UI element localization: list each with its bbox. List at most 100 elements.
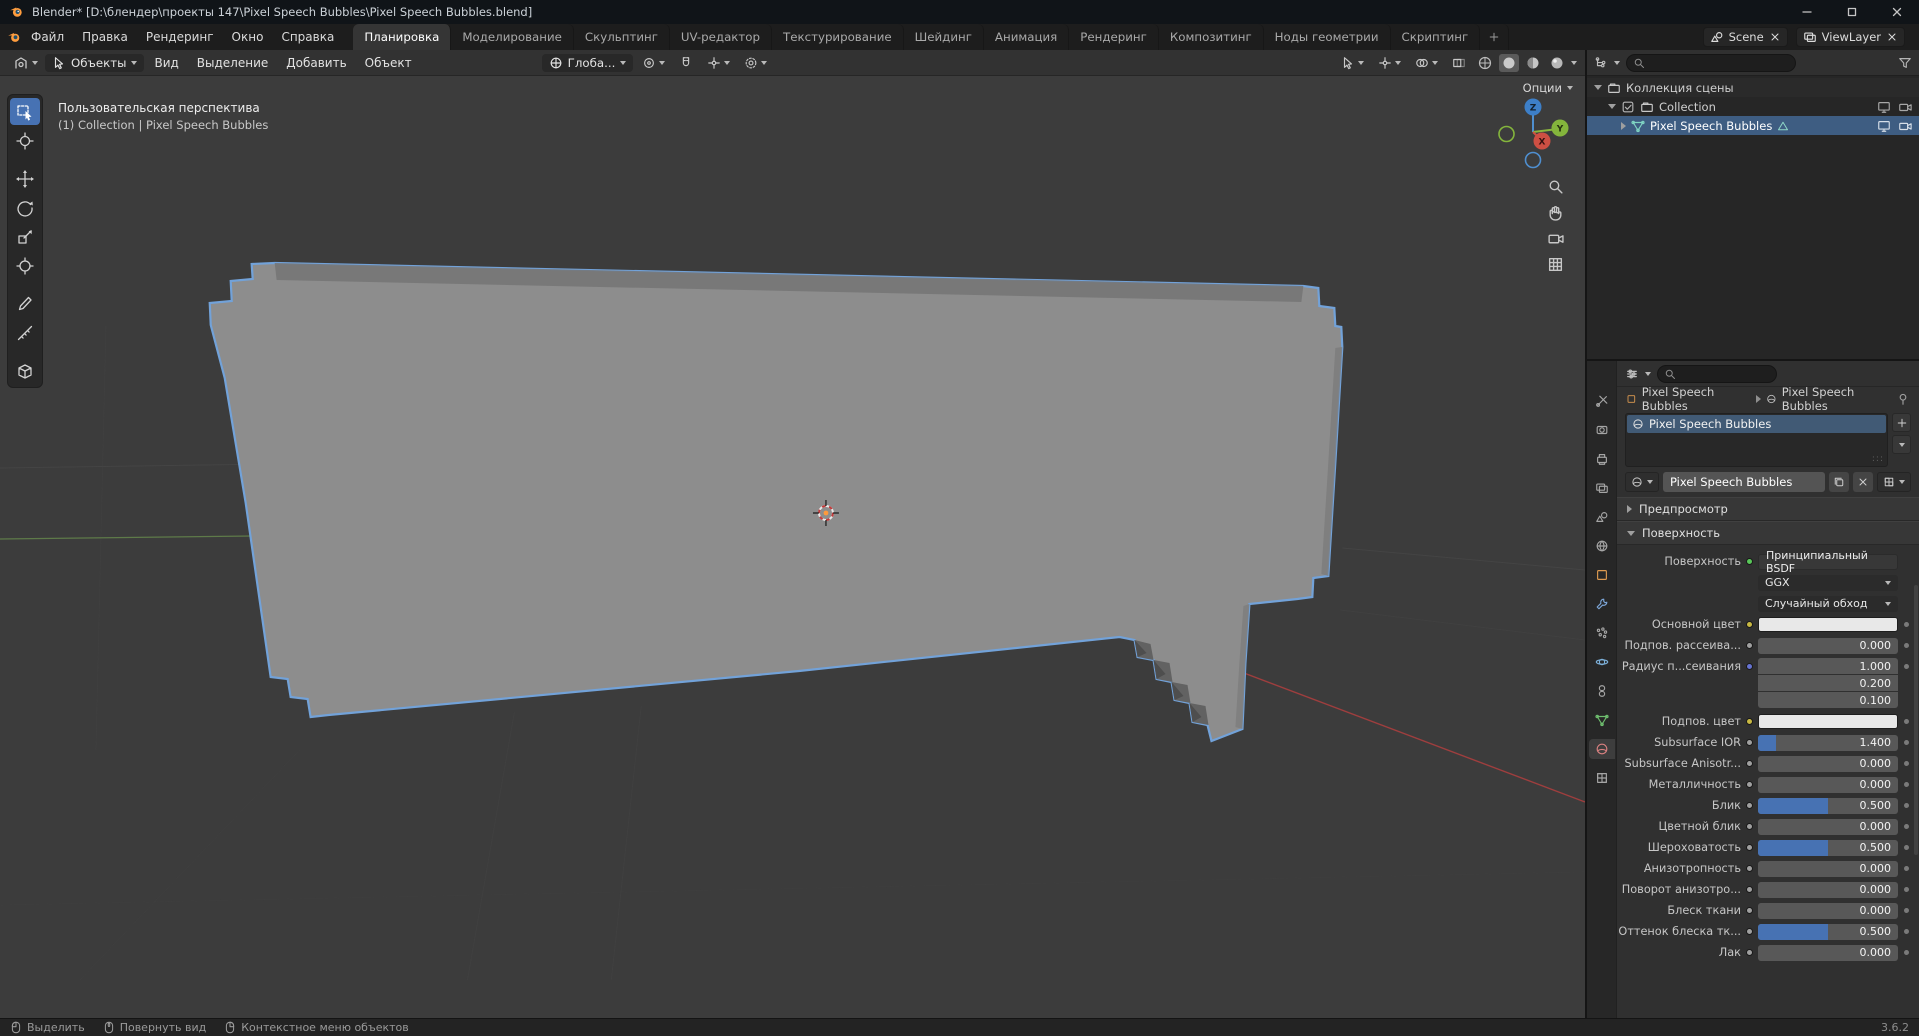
- tool-rotate[interactable]: [10, 194, 40, 221]
- radius-x-field[interactable]: 1.000: [1758, 658, 1898, 674]
- tab-uv-editing[interactable]: UV-редактор: [670, 24, 773, 50]
- expand-icon[interactable]: [1594, 85, 1602, 90]
- subsurface-anisotropy-slider[interactable]: 0.000: [1758, 755, 1898, 772]
- gizmos-dropdown[interactable]: [1373, 54, 1406, 72]
- tool-measure[interactable]: [10, 319, 40, 346]
- speech-bubble-object[interactable]: [208, 261, 1344, 743]
- menu-window[interactable]: Окно: [223, 26, 273, 48]
- decorator-dot-icon[interactable]: [1904, 664, 1909, 669]
- properties-search-input[interactable]: [1657, 364, 1777, 383]
- tab-texture[interactable]: [1589, 768, 1615, 788]
- overlays-dropdown[interactable]: [1410, 54, 1443, 72]
- proportional-editing[interactable]: [739, 54, 772, 72]
- decorator-dot-icon[interactable]: [1904, 803, 1909, 808]
- tab-physics[interactable]: [1589, 652, 1615, 672]
- browse-material-button[interactable]: [1625, 472, 1659, 492]
- properties-editor-icon[interactable]: [1625, 367, 1639, 381]
- tab-tool[interactable]: [1589, 391, 1615, 411]
- shading-solid[interactable]: [1499, 53, 1519, 72]
- tab-particles[interactable]: [1589, 623, 1615, 643]
- decorator-dot-icon[interactable]: [1904, 824, 1909, 829]
- tab-output[interactable]: [1589, 449, 1615, 469]
- maximize-button[interactable]: [1829, 0, 1874, 24]
- outliner-editor-icon[interactable]: [1594, 56, 1608, 70]
- expand-icon[interactable]: [1621, 121, 1626, 130]
- pin-icon[interactable]: [1896, 392, 1910, 406]
- tool-cursor[interactable]: [10, 127, 40, 154]
- viewlayer-selector[interactable]: ViewLayer: [1795, 27, 1905, 47]
- mode-selector[interactable]: Объекты: [45, 53, 145, 72]
- material-name-field[interactable]: Pixel Speech Bubbles: [1663, 472, 1825, 492]
- tab-layout[interactable]: Планировка: [353, 24, 452, 50]
- snap-settings[interactable]: [702, 54, 735, 72]
- checkbox-icon[interactable]: [1621, 100, 1635, 114]
- tool-transform[interactable]: [10, 252, 40, 279]
- tab-texture-paint[interactable]: Текстурирование: [772, 24, 904, 50]
- tool-select-box[interactable]: [10, 98, 40, 125]
- tab-shading[interactable]: Шейдинг: [904, 24, 984, 50]
- minimize-button[interactable]: [1784, 0, 1829, 24]
- add-workspace-button[interactable]: [1480, 24, 1510, 50]
- specular-tint-slider[interactable]: 0.000: [1758, 818, 1898, 835]
- tool-annotate[interactable]: [10, 290, 40, 317]
- panel-preview[interactable]: Предпросмотр: [1617, 497, 1919, 521]
- menu-add[interactable]: Добавить: [278, 53, 354, 73]
- pan-hand-icon[interactable]: [1547, 204, 1564, 221]
- decorator-dot-icon[interactable]: [1904, 740, 1909, 745]
- tab-render[interactable]: [1589, 420, 1615, 440]
- visibility-dropdown[interactable]: [1336, 54, 1369, 72]
- subsurface-color-swatch[interactable]: [1758, 714, 1898, 729]
- anisotropic-slider[interactable]: 0.000: [1758, 860, 1898, 877]
- breadcrumb-material[interactable]: Pixel Speech Bubbles: [1782, 385, 1891, 413]
- decorator-dot-icon[interactable]: [1904, 929, 1909, 934]
- copy-material-button[interactable]: [1829, 472, 1849, 492]
- tab-scene[interactable]: [1589, 507, 1615, 527]
- disable-render-icon[interactable]: [1898, 119, 1912, 133]
- decorator-dot-icon[interactable]: [1904, 622, 1909, 627]
- menu-file[interactable]: Файл: [22, 26, 73, 48]
- tool-add-cube[interactable]: [10, 357, 40, 384]
- decorator-dot-icon[interactable]: [1904, 908, 1909, 913]
- roughness-slider[interactable]: 0.500: [1758, 839, 1898, 856]
- tab-geometry-nodes[interactable]: Ноды геометрии: [1264, 24, 1391, 50]
- outliner-row-object[interactable]: Pixel Speech Bubbles: [1587, 116, 1919, 135]
- tab-material[interactable]: [1588, 739, 1615, 759]
- viewport-canvas[interactable]: [0, 50, 1585, 1018]
- slot-specials-button[interactable]: [1892, 435, 1911, 454]
- menu-help[interactable]: Справка: [272, 26, 343, 48]
- snap-toggle[interactable]: [674, 54, 698, 72]
- clearcoat-slider[interactable]: 0.000: [1758, 944, 1898, 961]
- close-button[interactable]: [1874, 0, 1919, 24]
- menu-view[interactable]: Вид: [146, 53, 186, 73]
- menu-edit[interactable]: Правка: [73, 26, 137, 48]
- tab-modifiers[interactable]: [1589, 594, 1615, 614]
- tool-scale[interactable]: [10, 223, 40, 250]
- unlink-material-button[interactable]: [1853, 472, 1873, 492]
- panel-surface[interactable]: Поверхность: [1617, 521, 1919, 545]
- specular-slider[interactable]: 0.500: [1758, 797, 1898, 814]
- resize-grip-icon[interactable]: :::: [1872, 454, 1884, 464]
- navigation-gizmo[interactable]: Z Y X: [1497, 94, 1569, 173]
- decorator-dot-icon[interactable]: [1904, 845, 1909, 850]
- scene-selector[interactable]: Scene: [1702, 27, 1788, 47]
- metallic-slider[interactable]: 0.000: [1758, 776, 1898, 793]
- xray-toggle[interactable]: [1447, 54, 1471, 72]
- sheen-tint-slider[interactable]: 0.500: [1758, 923, 1898, 940]
- hide-viewport-icon[interactable]: [1877, 100, 1891, 114]
- tab-animation[interactable]: Анимация: [984, 24, 1070, 50]
- menu-object[interactable]: Объект: [357, 53, 420, 73]
- tab-world[interactable]: [1589, 536, 1615, 556]
- outliner-search-input[interactable]: [1626, 53, 1796, 72]
- decorator-dot-icon[interactable]: [1904, 643, 1909, 648]
- blender-menu-icon[interactable]: [6, 29, 22, 45]
- camera-view-icon[interactable]: [1547, 230, 1564, 247]
- decorator-dot-icon[interactable]: [1904, 866, 1909, 871]
- menu-select[interactable]: Выделение: [189, 53, 276, 73]
- decorator-dot-icon[interactable]: [1904, 761, 1909, 766]
- options-dropdown[interactable]: Опции: [1523, 81, 1573, 95]
- sheen-slider[interactable]: 0.000: [1758, 902, 1898, 919]
- radius-y-field[interactable]: 0.200: [1758, 675, 1898, 691]
- scrollbar[interactable]: [1914, 585, 1918, 855]
- subsurface-ior-slider[interactable]: 1.400: [1758, 734, 1898, 751]
- material-slot-active[interactable]: Pixel Speech Bubbles: [1627, 415, 1886, 433]
